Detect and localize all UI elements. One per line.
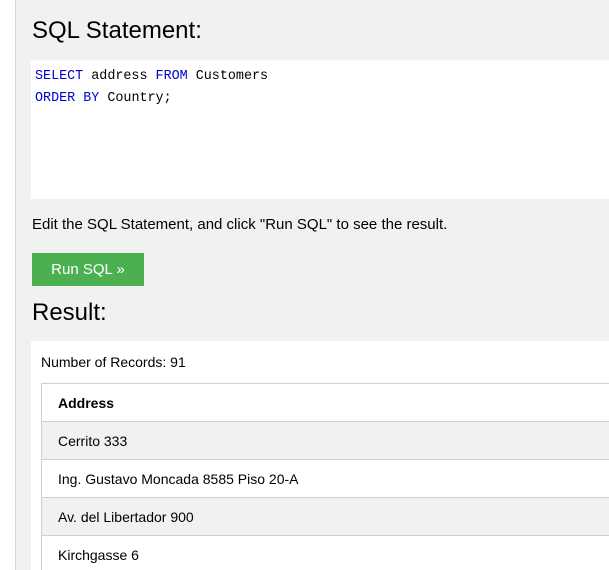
table-cell-address: Ing. Gustavo Moncada 8585 Piso 20-A: [41, 459, 609, 498]
sql-line-1: SELECT address FROM Customers: [35, 69, 268, 84]
table-cell-address: Kirchgasse 6: [41, 535, 609, 570]
sql-keyword-from: FROM: [155, 69, 188, 84]
result-heading: Result:: [32, 299, 107, 326]
sql-text-customers: Customers: [187, 69, 269, 84]
sql-keyword-select: SELECT: [35, 69, 84, 84]
sql-statement-heading: SQL Statement:: [32, 17, 202, 44]
record-count: Number of Records: 91: [41, 354, 186, 370]
table-row: Ing. Gustavo Moncada 8585 Piso 20-A: [41, 459, 609, 498]
run-sql-button[interactable]: Run SQL »: [32, 253, 144, 286]
page: SQL Statement: SELECT address FROM Custo…: [0, 0, 609, 570]
table-cell-address: Av. del Libertador 900: [41, 497, 609, 536]
sql-text-address: address: [83, 69, 156, 84]
table-row: Cerrito 333: [41, 421, 609, 460]
sql-keyword-order-by: ORDER BY: [35, 91, 100, 106]
table-header-row: Address: [41, 383, 609, 422]
instructions-text: Edit the SQL Statement, and click "Run S…: [32, 216, 448, 233]
table-cell-address: Cerrito 333: [41, 421, 609, 460]
table-row: Av. del Libertador 900: [41, 497, 609, 536]
column-header-address: Address: [41, 383, 609, 422]
table-row: Kirchgasse 6: [41, 535, 609, 570]
result-table: Address Cerrito 333 Ing. Gustavo Moncada…: [41, 383, 609, 570]
sql-line-2: ORDER BY Country;: [35, 91, 172, 106]
sql-text-country: Country;: [99, 91, 172, 106]
try-it-panel: SQL Statement: SELECT address FROM Custo…: [15, 0, 609, 570]
sql-editor[interactable]: SELECT address FROM Customers ORDER BY C…: [31, 60, 609, 199]
result-box: Number of Records: 91 Address Cerrito 33…: [31, 341, 609, 570]
